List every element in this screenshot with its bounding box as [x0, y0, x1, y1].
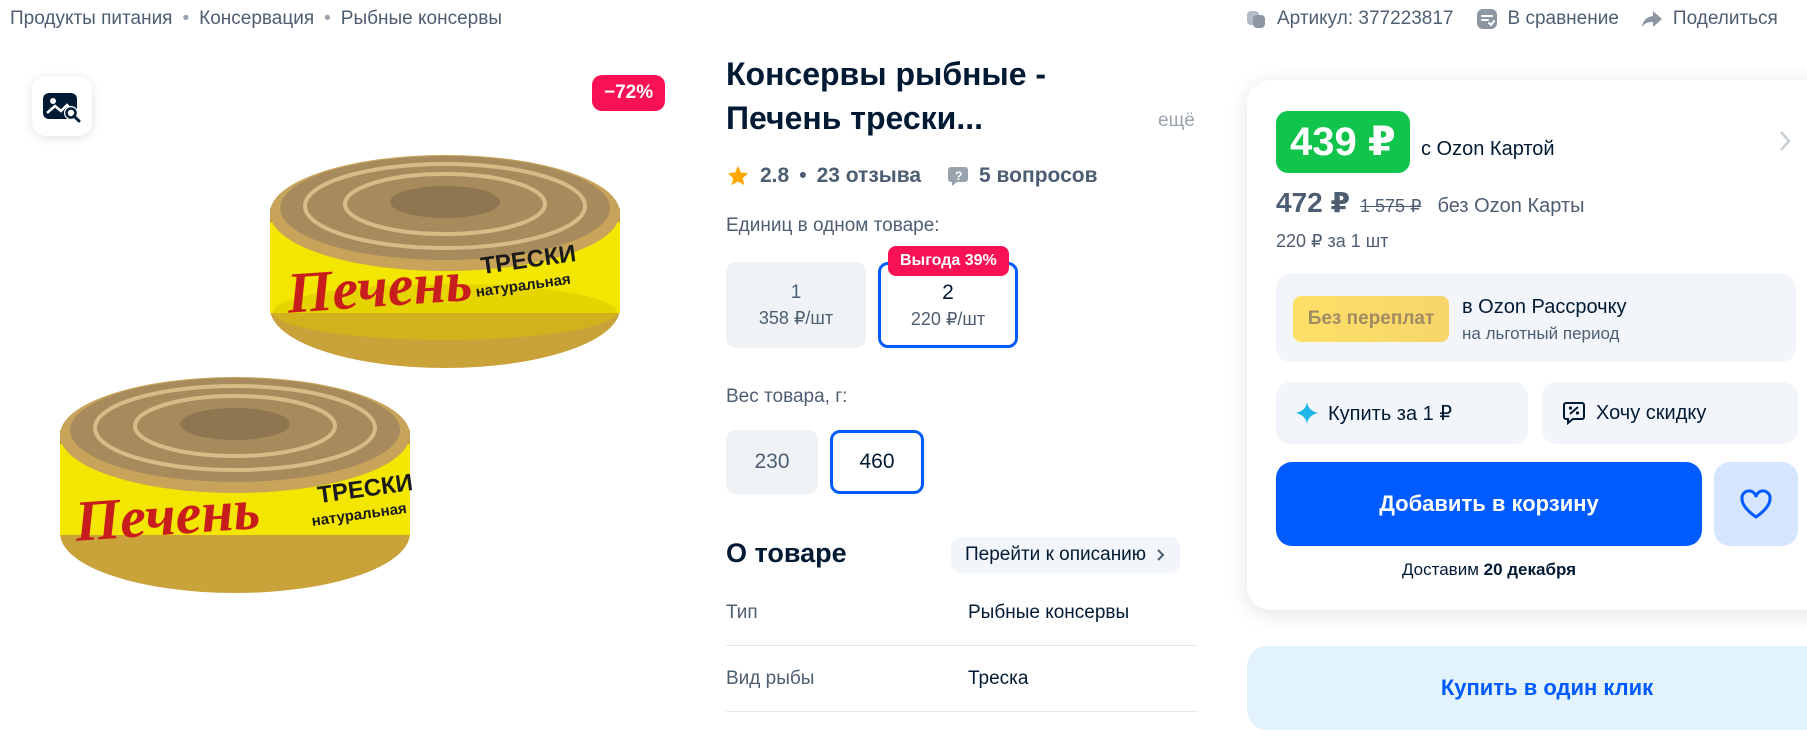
- article-copy[interactable]: Артикул: 377223817: [1245, 8, 1454, 30]
- rating-row: 2.8 • 23 отзыва ? 5 вопросов: [726, 164, 1097, 188]
- weight-option-230[interactable]: 230: [726, 430, 818, 494]
- can-top-label-main: Печень: [284, 248, 474, 326]
- regular-price: 472 ₽: [1276, 187, 1350, 218]
- breadcrumb-item-canned[interactable]: Консервация: [199, 8, 314, 30]
- spec-row-fish: Вид рыбы Треска: [726, 646, 1198, 712]
- about-title: О товаре: [726, 538, 847, 568]
- units-count: 2: [942, 280, 954, 304]
- want-discount-label: Хочу скидку: [1596, 401, 1707, 424]
- star-icon: [728, 166, 748, 186]
- article-text: Артикул: 377223817: [1277, 8, 1454, 29]
- breadcrumb-separator: •: [324, 8, 331, 29]
- svg-text:?: ?: [955, 169, 962, 183]
- product-title: Консервы рыбные - Печень трески...: [726, 56, 1047, 136]
- chevron-right-icon[interactable]: [1778, 128, 1792, 154]
- installment-subtitle: на льготный период: [1462, 324, 1620, 343]
- units-count: 1: [790, 281, 802, 303]
- breadcrumb: Продукты питания • Консервация • Рыбные …: [10, 8, 502, 30]
- ozon-card-text: с Ozon Картой: [1421, 138, 1555, 160]
- delivery-info: Доставим 20 декабря: [1276, 560, 1702, 580]
- price-per-unit: 220 ₽ за 1 шт: [1276, 231, 1389, 251]
- no-card-text: без Ozon Карты: [1437, 195, 1585, 217]
- share-button[interactable]: Поделиться: [1641, 8, 1778, 30]
- breadcrumb-separator: •: [182, 8, 190, 29]
- chevron-right-icon: [1157, 549, 1165, 561]
- favorite-button[interactable]: [1714, 462, 1798, 546]
- top-actions: Артикул: 377223817 В сравнение Поделитьс…: [1245, 8, 1778, 30]
- product-image[interactable]: Печень ТРЕСКИ натуральная Печень ТРЕСКИ …: [55, 88, 675, 688]
- sparkle-icon: [1296, 402, 1318, 424]
- compare-label: В сравнение: [1507, 8, 1619, 29]
- delivery-date: 20 декабря: [1483, 560, 1577, 579]
- compare-button[interactable]: В сравнение: [1476, 8, 1619, 30]
- share-arrow-icon: [1641, 8, 1663, 30]
- units-option-1[interactable]: 1 358 ₽/шт: [726, 262, 866, 348]
- goto-description-label: Перейти к описанию: [965, 544, 1147, 565]
- regular-price-row: 472 ₽ 1 575 ₽ без Ozon Карты: [1276, 186, 1584, 219]
- breadcrumb-item-food[interactable]: Продукты питания: [10, 8, 172, 30]
- delivery-prefix: Доставим: [1401, 560, 1479, 579]
- buy-for-1-button[interactable]: Купить за 1 ₽: [1276, 382, 1528, 444]
- question-bubble-icon: ?: [948, 167, 969, 186]
- questions-link[interactable]: ? 5 вопросов: [947, 164, 1097, 188]
- buy-for-1-label: Купить за 1 ₽: [1328, 402, 1453, 425]
- buy-one-click-button[interactable]: Купить в один клик: [1247, 646, 1807, 730]
- share-label: Поделиться: [1672, 8, 1778, 29]
- weight-label: Вес товара, г:: [726, 386, 848, 407]
- spec-key: Тип: [726, 601, 758, 623]
- breadcrumb-item-fish-canned[interactable]: Рыбные консервы: [341, 8, 502, 30]
- add-to-cart-button[interactable]: Добавить в корзину: [1276, 462, 1702, 546]
- spec-value: Рыбные консервы: [968, 601, 1130, 623]
- want-discount-button[interactable]: Хочу скидку: [1542, 382, 1798, 444]
- units-label: Единиц в одном товаре:: [726, 215, 940, 236]
- goto-description-button[interactable]: Перейти к описанию: [951, 537, 1181, 573]
- discount-tag-icon: [1563, 402, 1585, 425]
- heart-icon: [1740, 489, 1772, 519]
- benefit-badge: Выгода 39%: [888, 246, 1009, 276]
- rating-dot: •: [799, 164, 807, 187]
- old-price: 1 575 ₽: [1359, 196, 1422, 216]
- discount-badge: −72%: [592, 75, 666, 111]
- can-bottom-label-main: Печень: [72, 476, 262, 554]
- reviews-link[interactable]: 23 отзыва: [817, 164, 921, 188]
- weight-option-460[interactable]: 460: [830, 430, 924, 494]
- more-link[interactable]: ещё: [1158, 110, 1195, 132]
- units-price: 220 ₽/шт: [910, 308, 986, 329]
- copy-icon: [1245, 8, 1267, 30]
- compare-icon: [1476, 8, 1498, 30]
- spec-row-type: Тип Рыбные консервы: [726, 580, 1198, 646]
- spec-value: Треска: [968, 667, 1029, 689]
- rating-value: 2.8: [760, 164, 790, 187]
- installment-title: в Ozon Рассрочку: [1462, 296, 1627, 318]
- questions-label: 5 вопросов: [979, 164, 1098, 187]
- units-price: 358 ₽/шт: [758, 307, 834, 328]
- installment-badge: Без переплат: [1293, 296, 1449, 342]
- spec-key: Вид рыбы: [726, 667, 815, 689]
- ozon-card-price: 439 ₽: [1276, 111, 1410, 173]
